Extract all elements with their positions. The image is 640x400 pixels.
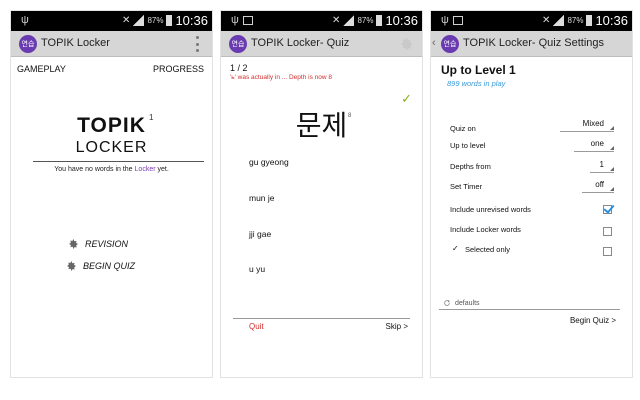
settings-gear-icon[interactable] <box>398 36 414 52</box>
revision-button[interactable]: REVISION <box>67 238 128 250</box>
depths-label: Depths from <box>450 162 491 171</box>
app-icon[interactable]: 연습 <box>441 35 459 53</box>
signal-icon <box>553 15 565 26</box>
feedback-message: 'ь' was actually in ... Depth is now 8 <box>230 74 332 81</box>
signal-icon <box>133 15 145 26</box>
settings-heading: Up to Level 1 <box>441 63 516 77</box>
usb-icon: ψ <box>231 14 239 26</box>
depths-select[interactable]: 1 <box>590 160 614 173</box>
selected-only-checkbox[interactable] <box>603 247 612 256</box>
mute-icon: ✕ <box>332 15 341 26</box>
begin-quiz-button[interactable]: BEGIN QUIZ <box>65 260 135 272</box>
status-bar: ψ ✕ 87% 10:36 <box>11 11 212 31</box>
quiz-on-select[interactable]: Mixed <box>560 119 614 132</box>
clock: 10:36 <box>595 13 628 28</box>
battery-percent: 87% <box>357 16 374 25</box>
topik-heading: TOPIK <box>77 114 146 137</box>
overflow-menu-icon[interactable] <box>196 36 200 52</box>
app-title: TOPIK Locker- Quiz <box>251 37 350 49</box>
locker-status-text: You have no words in the Locker yet. <box>54 166 169 173</box>
locker-link[interactable]: Locker <box>135 166 156 173</box>
skip-button[interactable]: Skip > <box>386 322 408 331</box>
word-depth: 8 <box>348 113 352 119</box>
selected-only-label: Selected only <box>465 245 511 254</box>
level-select[interactable]: one <box>574 139 614 152</box>
divider <box>33 161 204 162</box>
tab-progress[interactable]: PROGRESS <box>153 64 204 74</box>
revision-label: REVISION <box>85 239 129 249</box>
gear-icon <box>69 239 78 249</box>
quiz-on-label: Quiz on <box>450 124 476 133</box>
locker-words-label: Include Locker words <box>450 225 521 234</box>
locker-heading: LOCKER <box>75 139 148 156</box>
footer-divider <box>233 318 410 319</box>
battery-percent: 87% <box>147 16 164 25</box>
battery-icon <box>376 15 383 26</box>
battery-icon <box>166 15 173 26</box>
action-bar: 연습 TOPIK Locker- Quiz <box>221 31 422 57</box>
selected-tick-icon: ✓ <box>452 244 459 253</box>
answer-option[interactable]: u yu <box>249 264 265 274</box>
signal-icon <box>343 15 355 26</box>
back-icon[interactable]: ‹ <box>432 37 436 49</box>
begin-quiz-label: BEGIN QUIZ <box>83 261 136 271</box>
usb-icon: ψ <box>441 14 449 26</box>
clock: 10:36 <box>385 13 418 28</box>
action-bar: ‹ 연습 TOPIK Locker- Quiz Settings <box>431 31 632 57</box>
defaults-divider <box>439 309 620 310</box>
defaults-label: defaults <box>455 299 480 307</box>
usb-icon: ψ <box>21 14 29 26</box>
mute-icon: ✕ <box>542 15 551 26</box>
begin-quiz-button[interactable]: Begin Quiz > <box>570 316 616 325</box>
settings-screen: ψ ✕ 87% 10:36 ‹ 연습 TOPIK Locker- Quiz Se… <box>430 10 633 378</box>
answer-option[interactable]: jji gae <box>249 229 271 239</box>
refresh-icon <box>444 299 450 306</box>
gear-icon <box>67 261 76 271</box>
answer-option[interactable]: gu gyeong <box>249 157 289 167</box>
quit-button[interactable]: Quit <box>249 322 264 331</box>
words-in-play: 899 words in play <box>447 79 506 88</box>
level-superscript: 1 <box>149 113 154 122</box>
level-label: Up to level <box>450 141 486 150</box>
image-notification-icon <box>453 16 463 25</box>
quiz-progress: 1 / 2 <box>230 63 248 73</box>
home-screen: ψ ✕ 87% 10:36 연습 TOPIK Locker GAMEPLAY P… <box>10 10 213 378</box>
image-notification-icon <box>243 16 253 25</box>
quiz-word: 문제 <box>295 109 348 142</box>
timer-select[interactable]: off <box>582 180 614 193</box>
battery-percent: 87% <box>567 16 584 25</box>
action-bar: 연습 TOPIK Locker <box>11 31 212 57</box>
locker-words-checkbox[interactable] <box>603 227 612 236</box>
unrevised-checkbox[interactable] <box>603 205 612 214</box>
app-title: TOPIK Locker- Quiz Settings <box>463 37 605 49</box>
unrevised-label: Include unrevised words <box>450 205 531 214</box>
timer-label: Set Timer <box>450 182 483 191</box>
quiz-screen: ψ ✕ 87% 10:36 연습 TOPIK Locker- Quiz 1 / … <box>220 10 423 378</box>
defaults-button[interactable]: defaults <box>443 299 480 307</box>
answer-option[interactable]: mun je <box>249 193 275 203</box>
status-bar: ψ ✕ 87% 10:36 <box>221 11 422 31</box>
app-icon[interactable]: 연습 <box>19 35 37 53</box>
mute-icon: ✕ <box>122 15 131 26</box>
app-title: TOPIK Locker <box>41 37 110 49</box>
clock: 10:36 <box>175 13 208 28</box>
status-bar: ψ ✕ 87% 10:36 <box>431 11 632 31</box>
tab-gameplay[interactable]: GAMEPLAY <box>17 64 66 74</box>
app-icon[interactable]: 연습 <box>229 35 247 53</box>
battery-icon <box>586 15 593 26</box>
